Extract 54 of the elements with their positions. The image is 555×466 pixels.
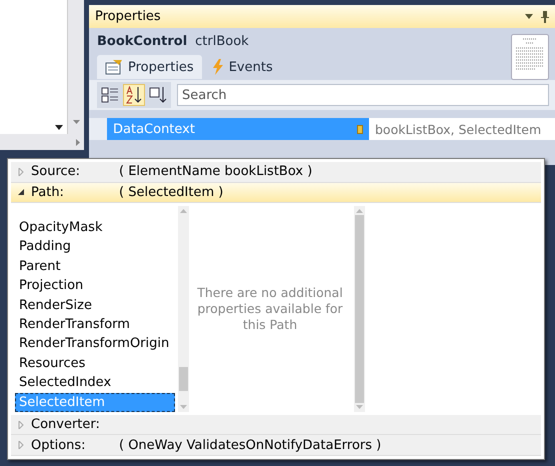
scrollbar-thumb[interactable] (355, 215, 364, 403)
property-label: DataContext (113, 122, 195, 136)
properties-icon (105, 59, 123, 75)
sort-source-icon (149, 86, 167, 104)
path-list-item[interactable]: Projection (15, 276, 175, 296)
section-label: Path: (31, 184, 65, 200)
expanded-triangle-icon[interactable] (17, 188, 25, 196)
scroll-right-icon[interactable] (76, 138, 80, 146)
path-list-item[interactable]: Resources (15, 354, 175, 374)
path-list-item[interactable]: RenderTransformOrigin (15, 334, 175, 354)
pin-icon[interactable] (541, 10, 549, 22)
scroll-up-icon (180, 209, 187, 214)
categorize-icon (101, 86, 119, 104)
panel-title: Properties (95, 9, 161, 24)
path-list-item[interactable]: RenderTransform (15, 314, 175, 334)
object-type: BookControl (97, 34, 188, 49)
panel-tab[interactable]: Events (204, 55, 281, 79)
empty-message: There are no additional properties available for this Path (196, 284, 344, 334)
object-name: ctrlBook (195, 34, 249, 49)
scroll-down-icon (180, 404, 187, 409)
binding-section[interactable]: Source: ( ElementName bookListBox ) (11, 162, 541, 183)
binding-marker-icon[interactable] (357, 124, 363, 134)
vertical-scrollbar[interactable] (68, 0, 84, 134)
binding-section[interactable]: Converter: (11, 414, 541, 436)
toolbar-button[interactable] (123, 84, 145, 106)
path-list-item[interactable]: OpacityMask (15, 218, 175, 238)
scrollbar-thumb[interactable] (179, 366, 188, 391)
list-scrollbar[interactable] (178, 206, 189, 412)
collapsed-triangle-icon[interactable] (17, 168, 25, 176)
section-label: Source: (31, 164, 82, 180)
section-label: Options: (31, 438, 87, 453)
collapsed-triangle-icon[interactable] (17, 441, 25, 450)
preview-thumbnail (511, 34, 549, 80)
binding-section[interactable]: Path: ( SelectedItem ) (11, 182, 541, 204)
section-label: Converter: (31, 417, 101, 432)
sort-az-icon (125, 86, 143, 104)
dropdown-arrow-icon[interactable] (525, 14, 533, 19)
properties-scrollbar[interactable] (354, 206, 365, 412)
property-value: bookListBox, SelectedItem (369, 118, 555, 140)
collapsed-triangle-icon[interactable] (17, 420, 25, 429)
dropdown-arrow-icon[interactable] (55, 125, 63, 130)
path-list-item[interactable]: RenderSize (15, 296, 175, 315)
panel-tab[interactable]: Properties (97, 55, 202, 79)
horizontal-scrollbar[interactable] (0, 134, 84, 150)
scroll-down-icon[interactable] (72, 120, 80, 124)
path-list-item[interactable]: Parent (15, 256, 175, 276)
section-value: ( ElementName bookListBox ) (119, 164, 312, 180)
search-field[interactable]: Search (177, 84, 549, 106)
binding-section[interactable]: Options: ( OneWay ValidatesOnNotifyDataErrors ) (11, 435, 541, 456)
path-list-item[interactable]: Padding (15, 237, 175, 257)
path-list-item[interactable]: SelectedIndex (15, 373, 175, 393)
section-value: ( OneWay ValidatesOnNotifyDataErrors ) (119, 438, 382, 453)
lightning-icon (212, 59, 224, 75)
section-value: ( SelectedItem ) (119, 184, 224, 200)
